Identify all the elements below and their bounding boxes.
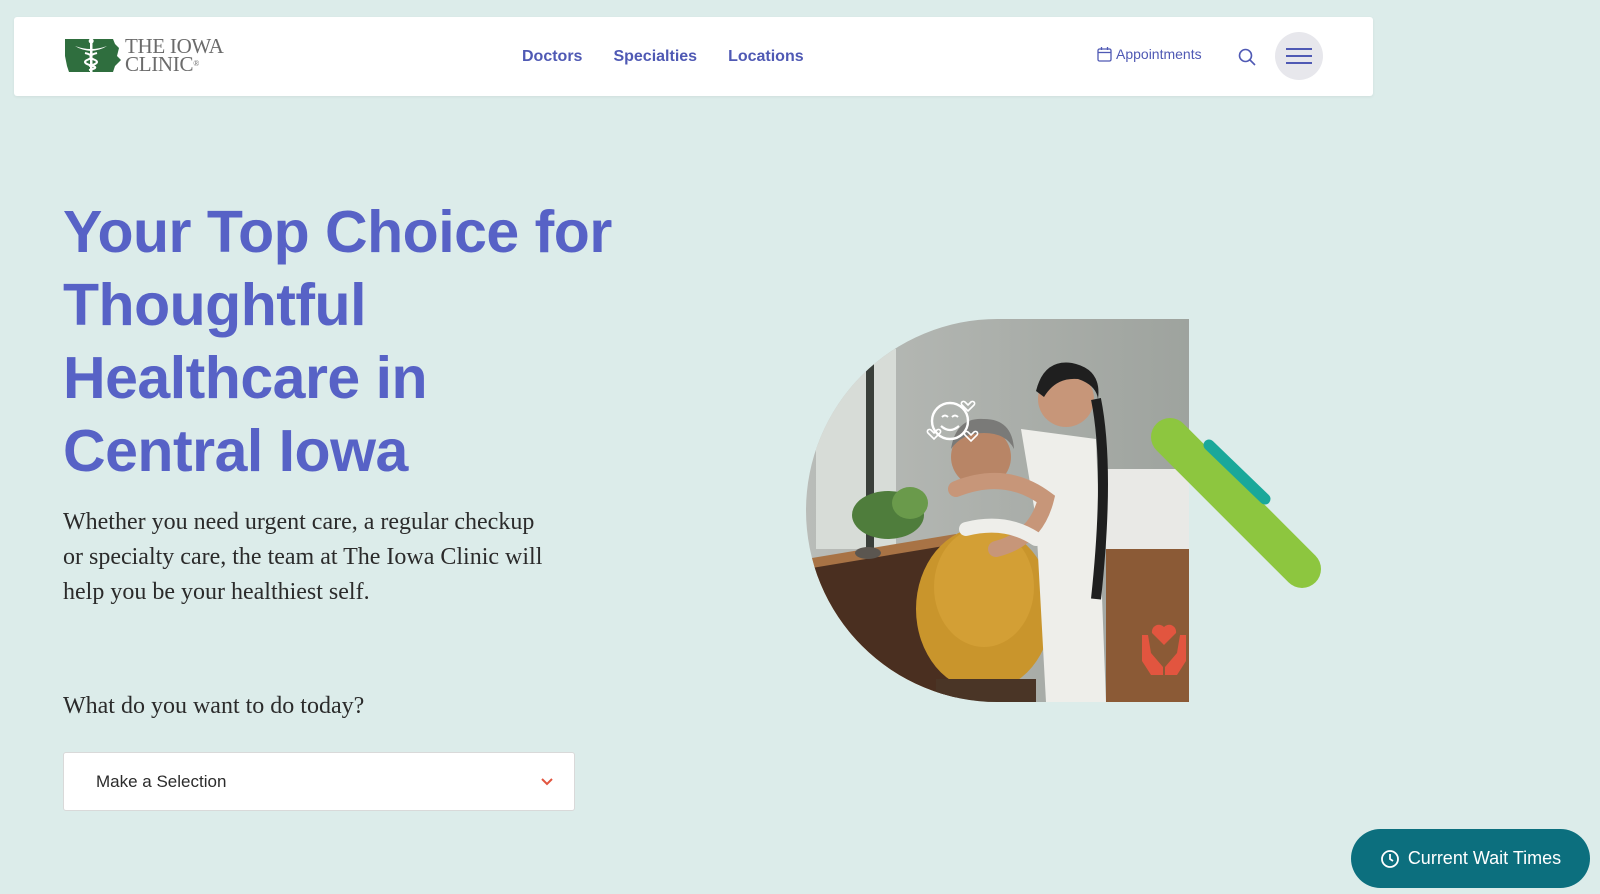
action-question: What do you want to do today?: [63, 693, 365, 719]
nav-doctors[interactable]: Doctors: [522, 48, 582, 66]
logo-wordmark: THE IOWA CLINIC®: [125, 36, 224, 75]
search-button[interactable]: [1236, 46, 1258, 68]
appointments-label: Appointments: [1116, 46, 1202, 62]
current-wait-times-button[interactable]: Current Wait Times: [1351, 829, 1590, 888]
appointments-link[interactable]: Appointments: [1097, 46, 1202, 62]
main-nav: Doctors Specialties Locations: [522, 17, 804, 96]
calendar-icon: [1097, 47, 1112, 62]
hamburger-menu-icon: [1286, 48, 1312, 64]
action-select[interactable]: Make a Selection: [63, 752, 575, 811]
decorative-accent-bars: [1151, 418, 1321, 588]
menu-button[interactable]: [1275, 32, 1323, 80]
hero-description: Whether you need urgent care, a regular …: [63, 509, 543, 605]
nav-specialties[interactable]: Specialties: [613, 48, 697, 66]
chevron-down-icon: [541, 777, 553, 785]
clock-icon: [1380, 849, 1399, 868]
hero-title: Your Top Choice for Thoughtful Healthcar…: [63, 199, 612, 484]
site-logo[interactable]: THE IOWA CLINIC®: [63, 36, 224, 75]
action-select-value: Make a Selection: [96, 771, 227, 791]
iowa-caduceus-logo-icon: [65, 38, 121, 72]
search-icon: [1238, 48, 1256, 66]
hero-photo: [806, 319, 1189, 702]
wait-times-label: Current Wait Times: [1407, 848, 1562, 868]
site-header: THE IOWA CLINIC® Doctors Specialties Loc…: [14, 17, 1373, 96]
registered-mark: ®: [193, 59, 199, 68]
nav-locations[interactable]: Locations: [728, 48, 804, 66]
